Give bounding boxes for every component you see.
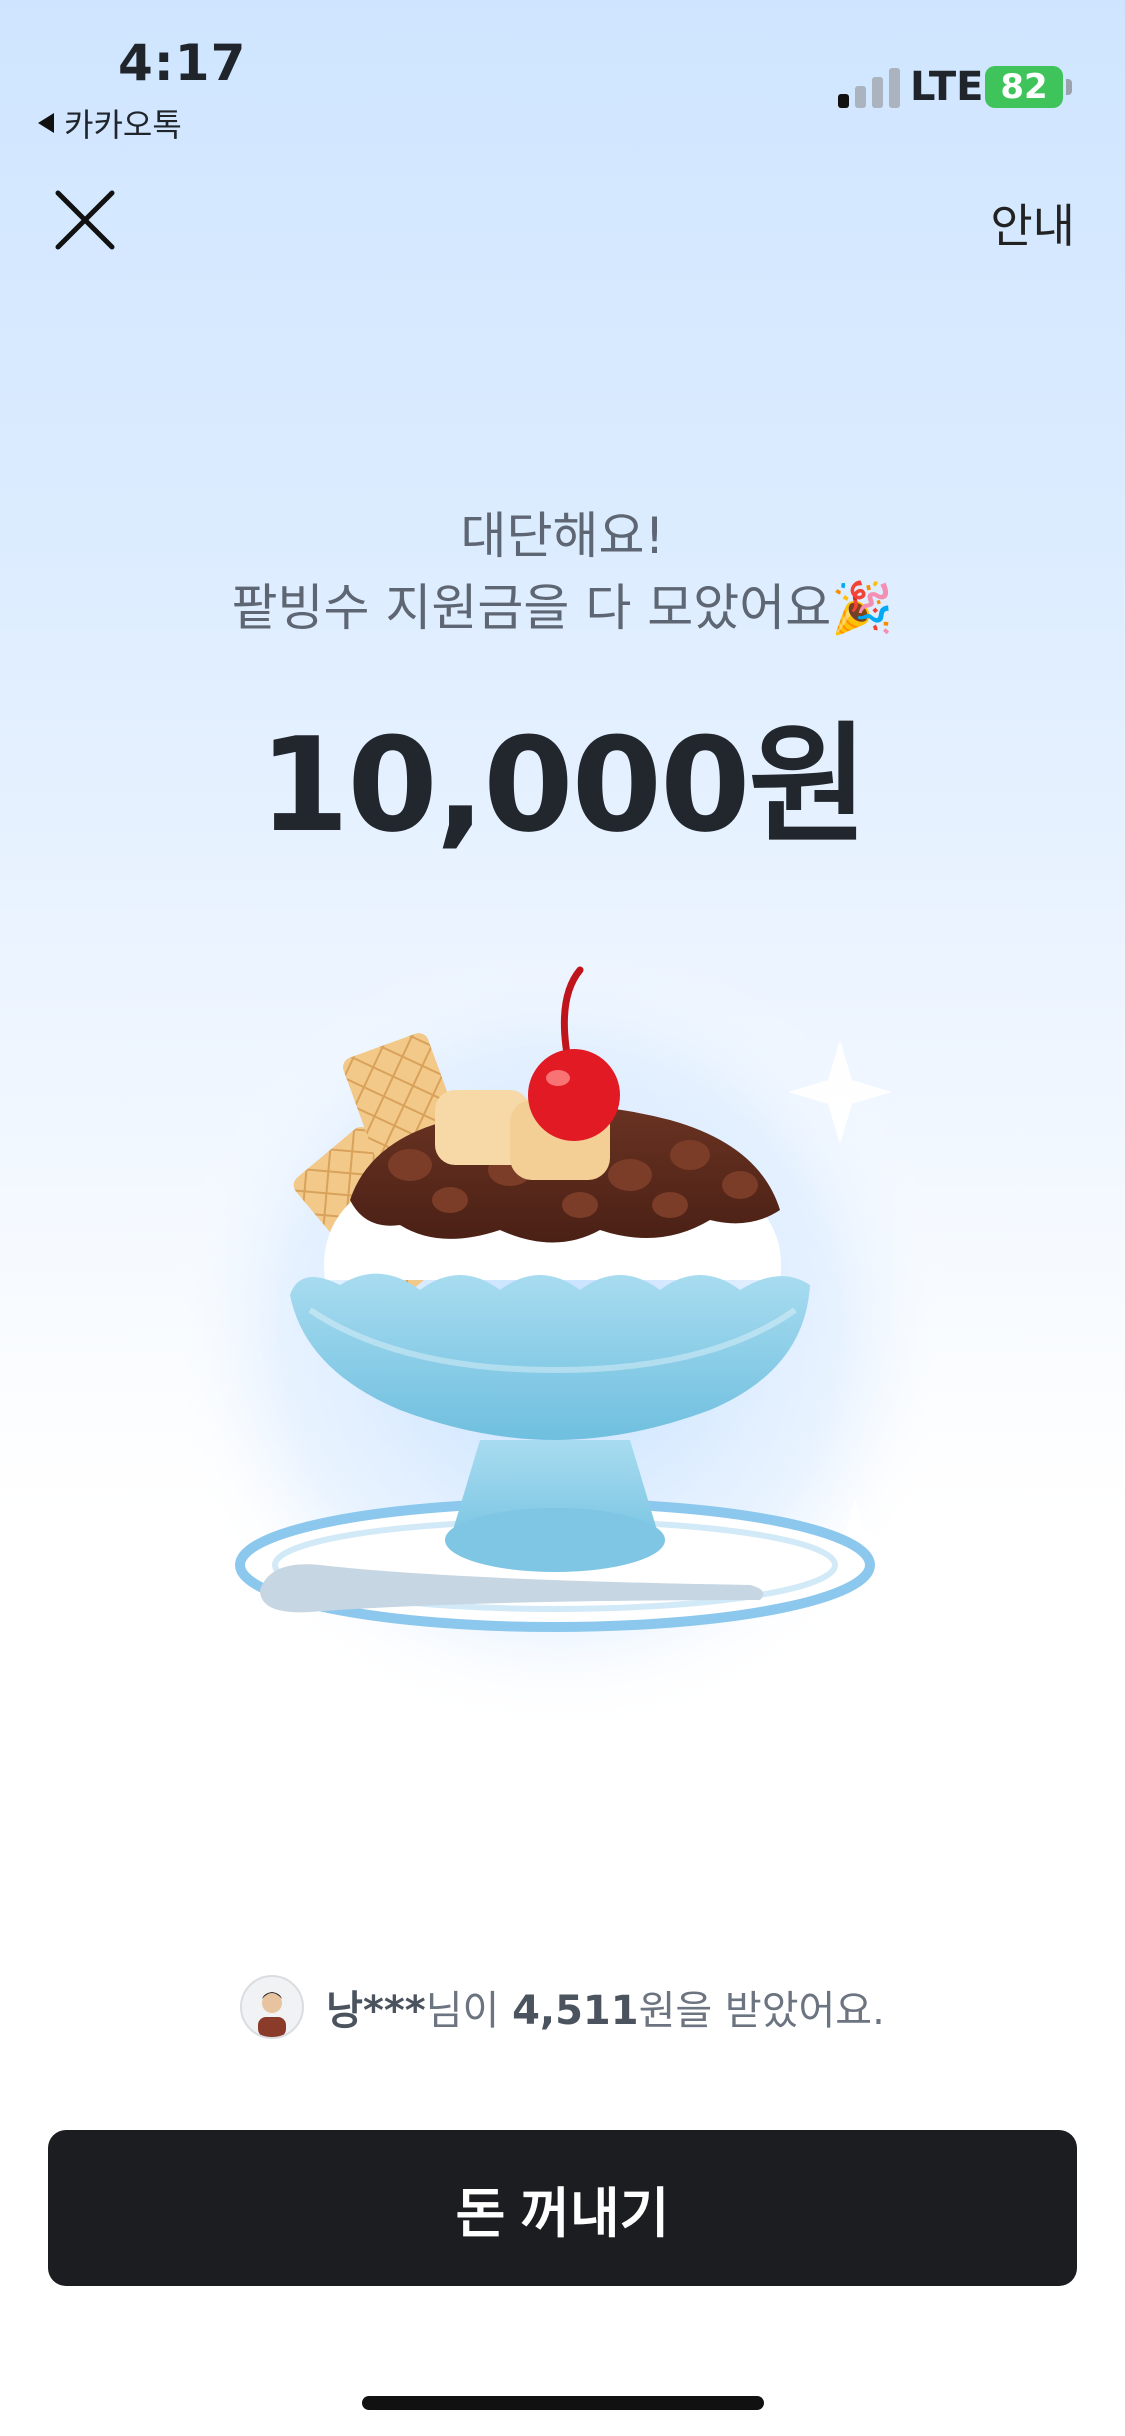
- status-bar: 4:17 카카오톡 LTE 82: [0, 0, 1125, 150]
- ticker-user: 낭***: [326, 1988, 426, 2034]
- bingsu-icon: [150, 900, 970, 1720]
- close-button[interactable]: [50, 185, 120, 255]
- signal-icon: [838, 66, 900, 108]
- recent-reward-ticker: 낭***님이 4,511원을 받았어요.: [0, 1975, 1125, 2039]
- back-triangle-icon: [38, 113, 54, 133]
- back-to-app-link[interactable]: 카카오톡: [38, 100, 182, 146]
- ticker-text-2: 원을 받았어요.: [638, 1988, 885, 2034]
- ticker-text: 낭***님이 4,511원을 받았어요.: [326, 1978, 885, 2036]
- headline-subtitle: 팥빙수 지원금을 다 모았어요🎉: [231, 579, 894, 637]
- battery-level: 82: [1000, 67, 1048, 107]
- avatar: [240, 1975, 305, 2039]
- ticker-text-1: 님이: [425, 1988, 513, 2034]
- status-time: 4:17: [118, 34, 247, 92]
- battery-icon: 82: [985, 66, 1063, 108]
- home-indicator[interactable]: [362, 2396, 764, 2410]
- info-link[interactable]: 안내: [990, 190, 1075, 256]
- headline-congrats: 대단해요!: [460, 507, 665, 565]
- withdraw-money-button[interactable]: 돈 꺼내기: [48, 2130, 1077, 2286]
- network-label: LTE: [910, 64, 984, 110]
- collected-amount: 10,000원: [258, 709, 868, 861]
- ticker-amount: 4,511: [512, 1988, 639, 2034]
- back-app-label: 카카오톡: [64, 106, 182, 144]
- close-icon: [55, 190, 115, 250]
- battery-nub: [1066, 79, 1072, 95]
